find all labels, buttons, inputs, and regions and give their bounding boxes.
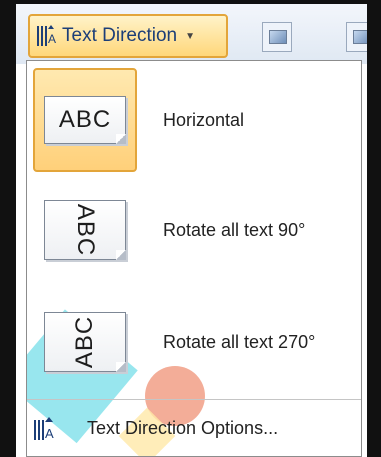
menu-item-label: Rotate all text 270°	[163, 331, 316, 352]
rotate-90-text-thumbnail: ABC	[44, 200, 126, 260]
page-fold	[116, 250, 126, 260]
svg-text:A: A	[45, 426, 54, 441]
text-direction-button[interactable]: A Text Direction ▼	[28, 14, 228, 58]
page-fold	[116, 362, 126, 372]
menu-item-horizontal[interactable]: ABC Horizontal	[33, 67, 355, 173]
text-direction-icon: A	[37, 25, 56, 46]
chevron-down-icon: ▼	[185, 30, 196, 42]
thumb-text: ABC	[58, 106, 112, 133]
thumb-text: ABC	[71, 203, 99, 257]
menu-item-rotate-270[interactable]: ABC Rotate all text 270°	[33, 289, 355, 395]
options-label: Text Direction Options...	[87, 417, 279, 438]
picture-icon[interactable]	[262, 22, 292, 52]
menu-item-rotate-90[interactable]: ABC Rotate all text 90°	[33, 177, 355, 283]
page-fold	[116, 134, 126, 144]
thumb-text: ABC	[70, 315, 98, 369]
menu-item-label: Horizontal	[163, 109, 245, 130]
text-direction-label: Text Direction	[62, 25, 178, 46]
rotate-270-text-thumbnail: ABC	[44, 312, 126, 372]
text-direction-menu: ABC Horizontal ABC Rotate all text 90° A…	[26, 60, 362, 457]
shape-icon[interactable]	[346, 22, 376, 52]
thumb-highlight: ABC	[33, 68, 137, 172]
text-direction-icon: A	[34, 417, 54, 441]
svg-text:A: A	[48, 32, 56, 46]
menu-divider	[27, 399, 361, 400]
horizontal-text-thumbnail: ABC	[44, 96, 126, 144]
text-direction-options-item[interactable]: A Text Direction Options...	[27, 401, 361, 455]
thumb-frame: ABC	[33, 178, 137, 282]
thumb-frame: ABC	[33, 290, 137, 394]
menu-item-label: Rotate all text 90°	[163, 219, 306, 240]
